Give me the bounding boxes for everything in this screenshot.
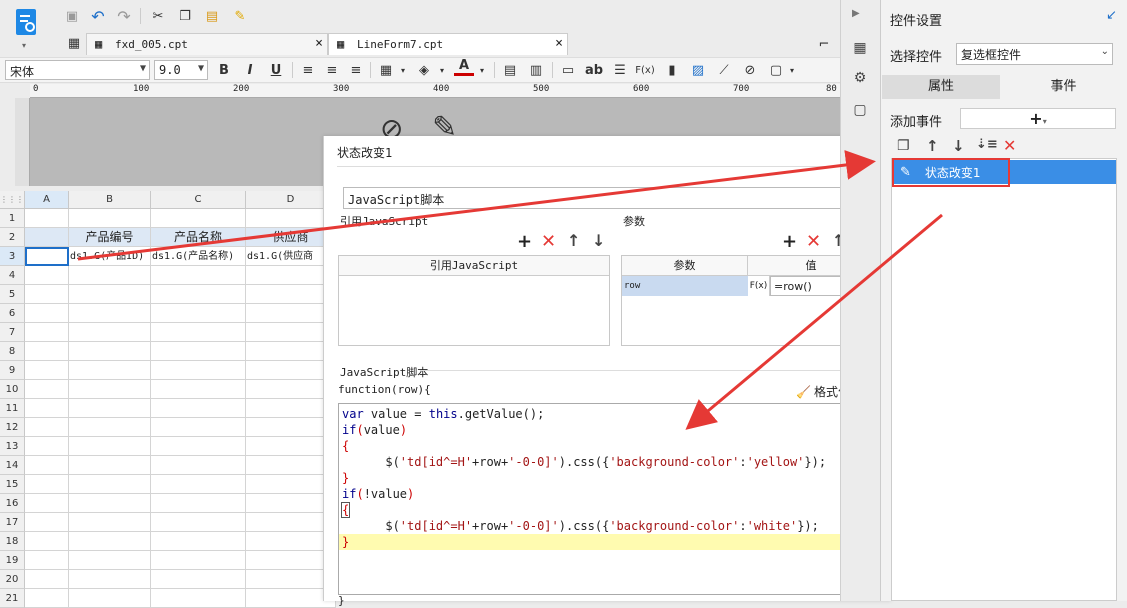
arrow-cell-to-event: [77, 150, 876, 261]
arrow-event-to-code: [685, 213, 943, 430]
annotation-arrows: [77, 150, 943, 430]
